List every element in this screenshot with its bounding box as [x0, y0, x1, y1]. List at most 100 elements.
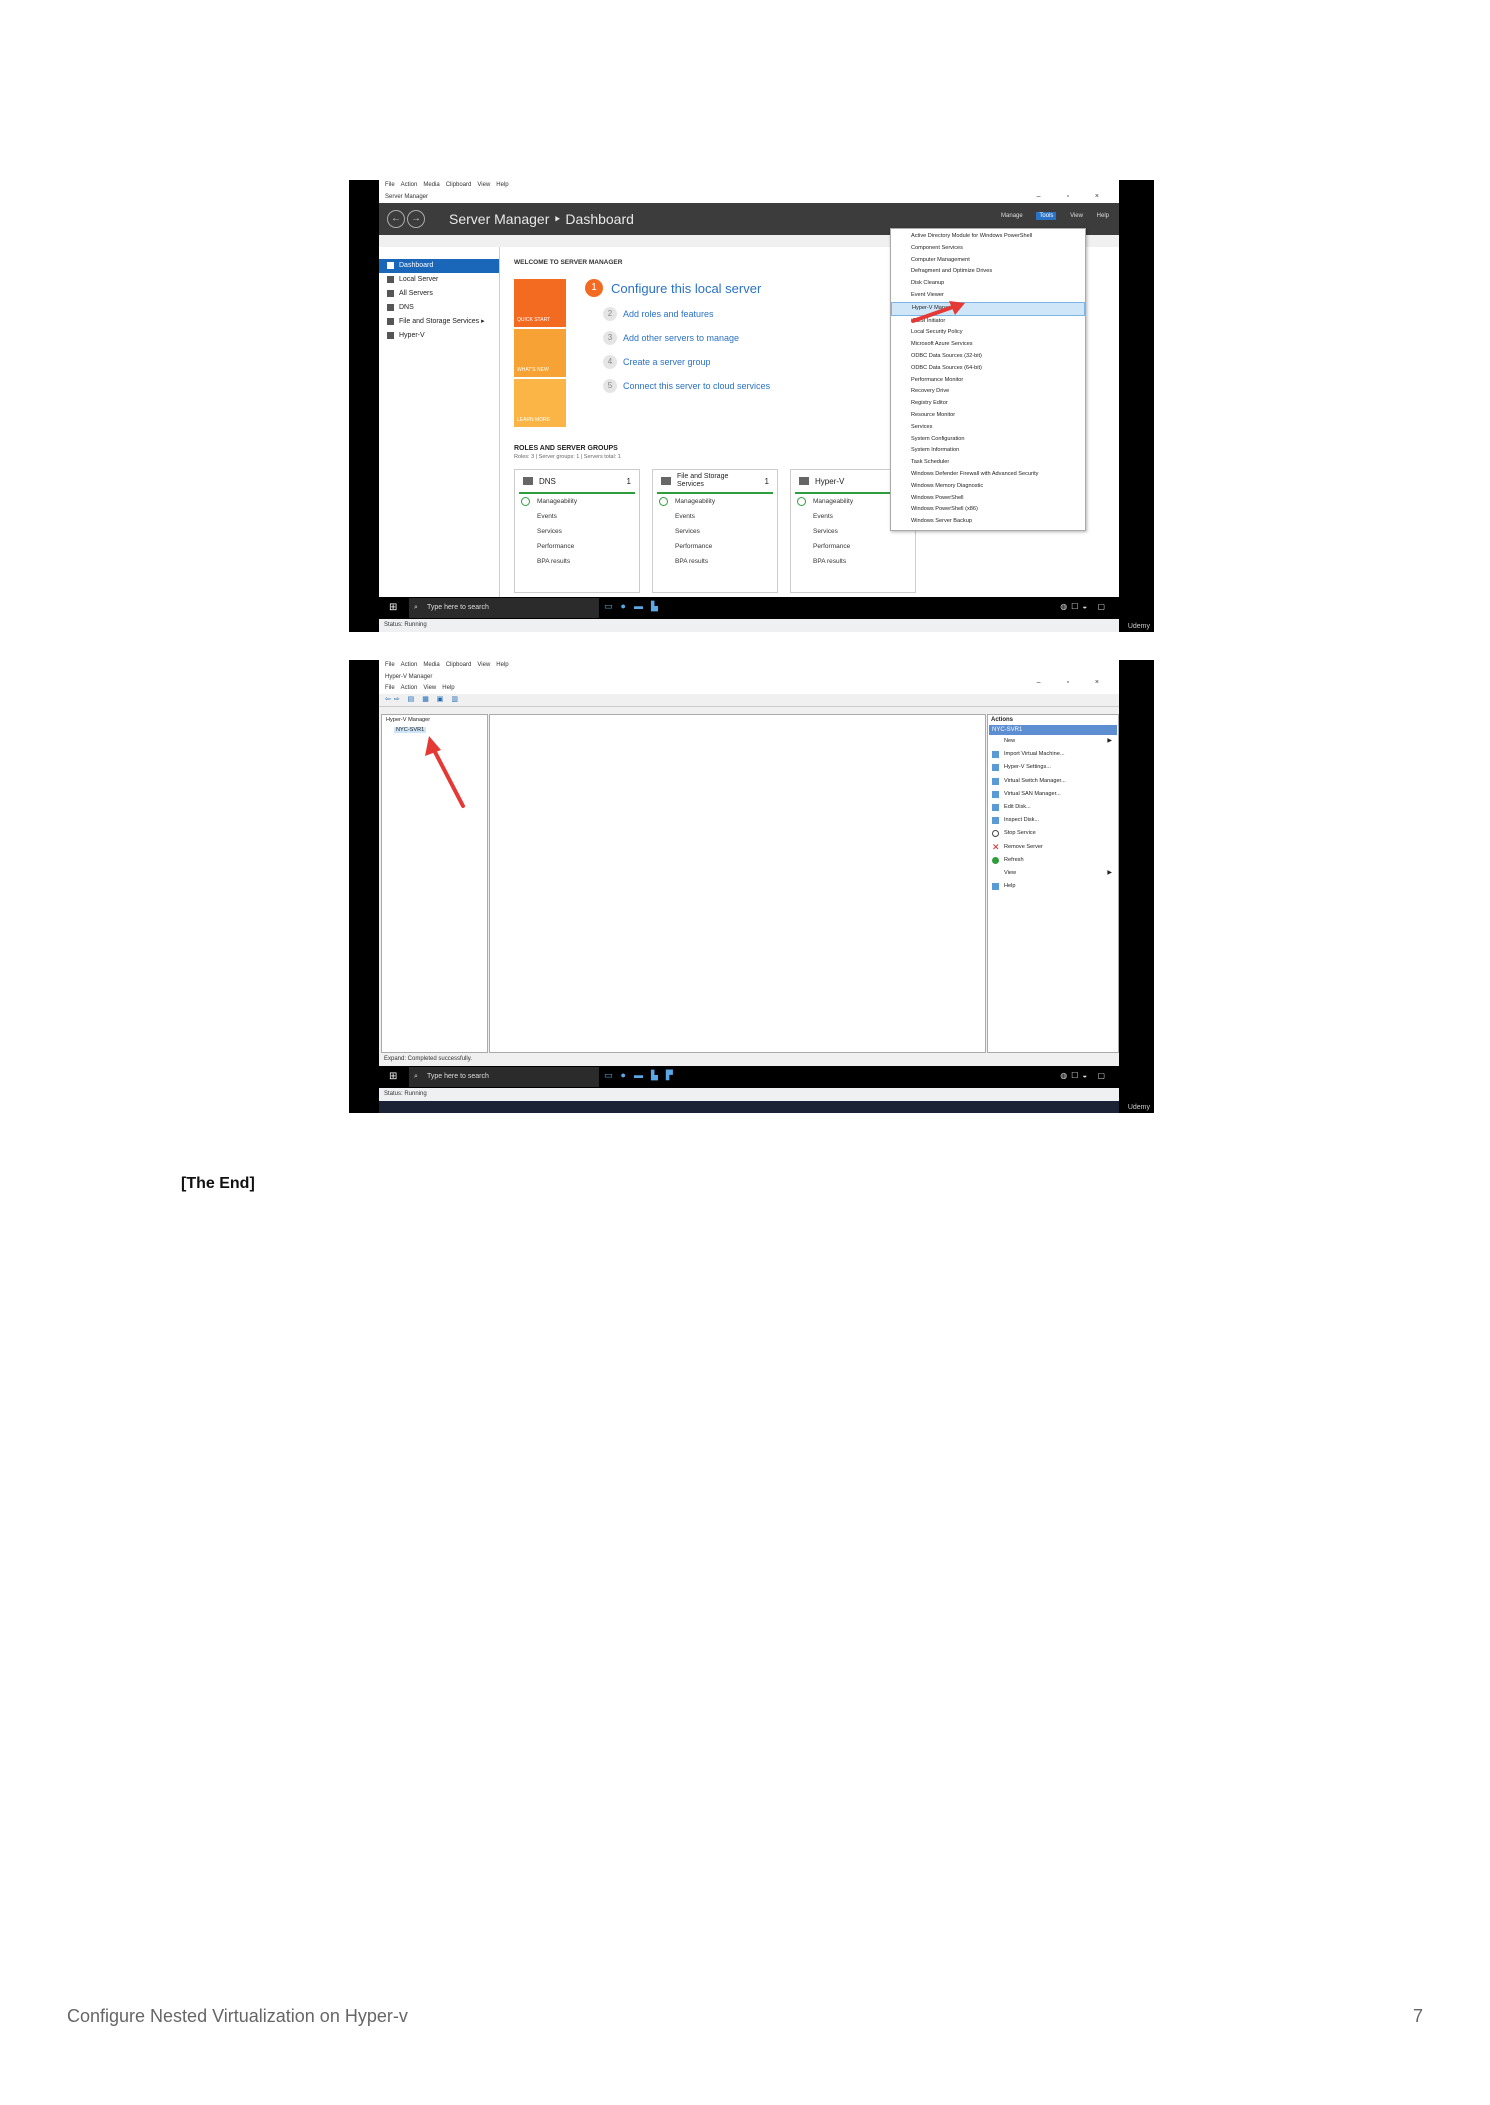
tile-quick-start[interactable]: QUICK START — [514, 279, 566, 327]
action-label: Hyper-V Settings... — [1004, 764, 1051, 771]
card-row[interactable]: Events — [653, 509, 777, 524]
cloud-services-link[interactable]: 5 Connect this server to cloud services — [603, 379, 770, 393]
taskbar-search[interactable]: ⌕ Type here to search — [409, 1067, 599, 1087]
tools-menu-item[interactable]: Windows Defender Firewall with Advanced … — [891, 469, 1085, 481]
add-servers-link[interactable]: 3 Add other servers to manage — [603, 331, 770, 345]
sidebar-item-dns[interactable]: DNS — [379, 301, 499, 315]
tools-menu-item[interactable]: Component Services — [891, 243, 1085, 255]
menu-item[interactable]: File — [385, 685, 395, 691]
taskbar-apps[interactable]: ▭●▬▙▛ — [604, 1070, 681, 1081]
action-item[interactable]: Hyper-V Settings... — [988, 761, 1118, 774]
tools-menu-item[interactable]: Services — [891, 422, 1085, 434]
menu-item[interactable]: Help — [442, 685, 454, 691]
tools-menu-item[interactable]: Computer Management — [891, 255, 1085, 267]
add-roles-link[interactable]: 2 Add roles and features — [603, 307, 770, 321]
menu-item[interactable]: File — [385, 182, 395, 188]
tools-menu[interactable]: Tools — [1036, 212, 1057, 220]
card-row[interactable]: Events — [515, 509, 639, 524]
taskbar-apps[interactable]: ▭●▬▙ — [604, 601, 666, 612]
menu-item[interactable]: Media — [423, 182, 439, 188]
card-row[interactable]: Performance — [791, 539, 915, 554]
system-tray[interactable]: ◍☐◒ ▢ — [1060, 602, 1109, 611]
tools-menu-item[interactable]: Microsoft Azure Services — [891, 339, 1085, 351]
tools-menu-item[interactable]: Active Directory Module for Windows Powe… — [891, 231, 1085, 243]
forward-button[interactable]: → — [407, 210, 425, 228]
action-item[interactable]: Stop Service — [988, 827, 1118, 840]
tools-menu-item[interactable]: Windows Memory Diagnostic — [891, 481, 1085, 493]
tools-menu-item[interactable]: Windows Server Backup — [891, 516, 1085, 528]
tools-menu-item[interactable]: Performance Monitor — [891, 375, 1085, 387]
action-item[interactable]: Edit Disk... — [988, 801, 1118, 814]
manage-menu[interactable]: Manage — [1001, 213, 1023, 219]
action-item[interactable]: New ▶ — [988, 735, 1118, 748]
menu-item[interactable]: Clipboard — [446, 182, 472, 188]
card-row[interactable]: Services — [653, 524, 777, 539]
action-item[interactable]: Inspect Disk... — [988, 814, 1118, 827]
help-menu[interactable]: Help — [1097, 213, 1109, 219]
tools-menu-item[interactable]: Recovery Drive — [891, 386, 1085, 398]
tools-menu-item[interactable]: System Information — [891, 445, 1085, 457]
window-controls[interactable]: – ▫ × — [1037, 677, 1111, 689]
action-item[interactable]: Virtual SAN Manager... — [988, 788, 1118, 801]
tools-menu-item[interactable]: ODBC Data Sources (32-bit) — [891, 351, 1085, 363]
menu-item[interactable]: View — [477, 662, 490, 668]
tools-menu-item[interactable]: Windows PowerShell (x86) — [891, 504, 1085, 516]
menu-item[interactable]: Help — [496, 182, 508, 188]
card-row[interactable]: Performance — [653, 539, 777, 554]
tools-menu-item[interactable]: Resource Monitor — [891, 410, 1085, 422]
status-bar: Status: Running — [379, 619, 1119, 632]
action-item[interactable]: View ▶ — [988, 867, 1118, 880]
sidebar-item-all-servers[interactable]: All Servers — [379, 287, 499, 301]
create-group-link[interactable]: 4 Create a server group — [603, 355, 770, 369]
tools-menu-item[interactable]: Windows PowerShell — [891, 493, 1085, 505]
view-menu[interactable]: View — [1070, 213, 1083, 219]
tools-menu-item[interactable]: ODBC Data Sources (64-bit) — [891, 363, 1085, 375]
card-row[interactable]: BPA results — [791, 554, 915, 569]
configure-local-server-link[interactable]: 1 Configure this local server — [585, 279, 770, 297]
menu-item[interactable]: Action — [401, 662, 418, 668]
menu-item[interactable]: View — [423, 685, 436, 691]
action-item[interactable]: Refresh — [988, 854, 1118, 867]
role-card-file-storage[interactable]: File and Storage Services 1 Manageability… — [652, 469, 778, 593]
tools-menu-item[interactable]: Local Security Policy — [891, 327, 1085, 339]
system-tray[interactable]: ◍☐◒ ▢ — [1060, 1071, 1109, 1080]
windows-start-icon[interactable]: ⊞ — [389, 602, 400, 613]
sidebar-item-local-server[interactable]: Local Server — [379, 273, 499, 287]
action-item[interactable]: Help — [988, 880, 1118, 893]
card-row[interactable]: BPA results — [515, 554, 639, 569]
sidebar-item-dashboard[interactable]: Dashboard — [379, 259, 499, 273]
menu-item[interactable]: File — [385, 662, 395, 668]
sidebar-item-hyper-v[interactable]: Hyper-V — [379, 329, 499, 343]
taskbar-search[interactable]: ⌕ Type here to search — [409, 598, 599, 618]
menu-item[interactable]: Action — [401, 685, 418, 691]
actions-server-header[interactable]: NYC-SVR1 — [989, 725, 1117, 735]
card-row[interactable]: Services — [515, 524, 639, 539]
menu-item[interactable]: View — [477, 182, 490, 188]
tools-menu-item[interactable]: Disk Cleanup — [891, 278, 1085, 290]
role-card-dns[interactable]: DNS 1 Manageability Events Services Perfo… — [514, 469, 640, 593]
action-item[interactable]: Import Virtual Machine... — [988, 748, 1118, 761]
window-controls[interactable]: – ▫ × — [1037, 191, 1111, 203]
menu-item[interactable]: Help — [496, 662, 508, 668]
card-row[interactable]: Performance — [515, 539, 639, 554]
tools-menu-item[interactable]: Registry Editor — [891, 398, 1085, 410]
tools-menu-item[interactable]: Task Scheduler — [891, 457, 1085, 469]
tools-menu-item[interactable]: Defragment and Optimize Drives — [891, 266, 1085, 278]
card-row[interactable]: Manageability — [515, 494, 639, 509]
action-item[interactable]: Virtual Switch Manager... — [988, 775, 1118, 788]
tools-menu-item[interactable]: System Configuration — [891, 434, 1085, 446]
card-row[interactable]: BPA results — [653, 554, 777, 569]
menu-item[interactable]: Action — [401, 182, 418, 188]
tree-root-hyper-v-manager[interactable]: Hyper-V Manager — [382, 715, 487, 725]
toolbar[interactable]: ⇦⇨ ▤ ▦ ▣ ▥ — [379, 694, 1119, 707]
sidebar-item-file-storage[interactable]: File and Storage Services ▸ — [379, 315, 499, 329]
tile-whats-new[interactable]: WHAT'S NEW — [514, 329, 566, 377]
menu-item[interactable]: Clipboard — [446, 662, 472, 668]
card-row[interactable]: Manageability — [653, 494, 777, 509]
tile-learn-more[interactable]: LEARN MORE — [514, 379, 566, 427]
action-item[interactable]: ✕ Remove Server — [988, 841, 1118, 854]
roles-summary: Roles: 3 | Server groups: 1 | Servers to… — [514, 454, 621, 460]
windows-start-icon[interactable]: ⊞ — [389, 1071, 400, 1082]
back-button[interactable]: ← — [387, 210, 405, 228]
menu-item[interactable]: Media — [423, 662, 439, 668]
